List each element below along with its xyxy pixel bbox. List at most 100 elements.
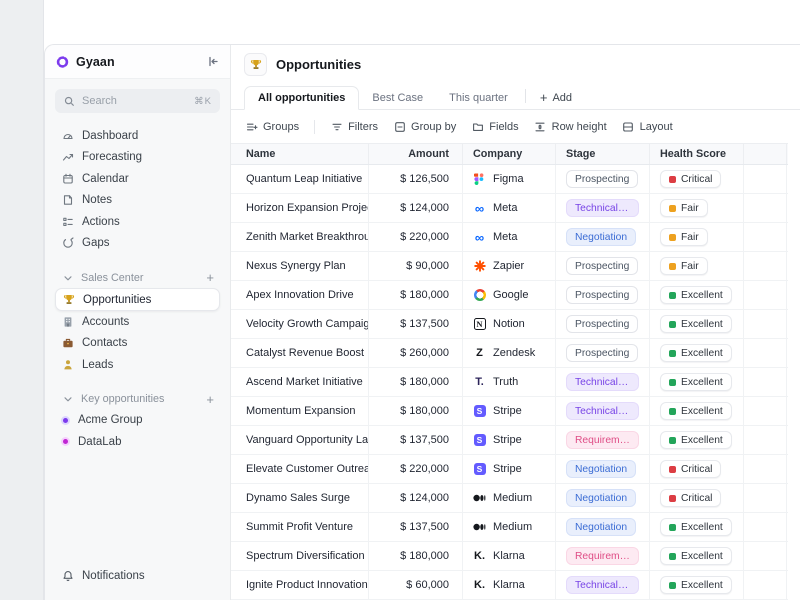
cell-name: Elevate Customer Outreach (231, 455, 369, 483)
section-header[interactable]: Sales Center + (55, 267, 220, 288)
sidebar-item-acme-group[interactable]: Acme Group (55, 410, 220, 432)
calendar-icon (61, 173, 74, 185)
cell-health-score: Excellent (650, 571, 744, 599)
table-row[interactable]: Dynamo Sales Surge $ 124,000 Medium Negotia… (231, 484, 788, 513)
search-icon (63, 96, 76, 107)
table-row[interactable]: Zenith Market Breakthrough $ 220,000 ∞ Meta… (231, 223, 788, 252)
add-view-button[interactable]: + Add (530, 87, 582, 109)
tab-all-opportunities[interactable]: All opportunities (244, 86, 360, 111)
layout-button[interactable]: Layout (622, 121, 673, 133)
chevron-down-icon (61, 393, 74, 405)
company-name: Stripe (493, 463, 522, 475)
health-score-badge: Fair (660, 257, 708, 275)
sidebar-item-dashboard[interactable]: Dashboard (55, 125, 220, 147)
cell-stage: Technical win (556, 368, 650, 396)
table-row[interactable]: Summit Profit Venture $ 137,500 Medium Nego… (231, 513, 788, 542)
cell-stage: Negotiation (556, 484, 650, 512)
health-score-badge: Excellent (660, 373, 732, 391)
groups-button[interactable]: Groups (245, 121, 299, 133)
medium-logo (473, 521, 486, 534)
table-row[interactable]: Vanguard Opportunity Launch$ 137,500 S Str… (231, 426, 788, 455)
filters-button[interactable]: Filters (330, 121, 378, 133)
sidebar-item-accounts[interactable]: Accounts (55, 311, 220, 333)
cell-stage: Prospecting (556, 339, 650, 367)
sidebar-item-leads[interactable]: Leads (55, 354, 220, 376)
cell-health-score: Fair (650, 194, 744, 222)
table-row[interactable]: Catalyst Revenue Boost $ 260,000 Z Zendesk P… (231, 339, 788, 368)
search-input[interactable]: Search ⌘K (55, 89, 220, 113)
health-label: Fair (681, 260, 699, 272)
health-dot (669, 378, 676, 386)
sidebar-item-notes[interactable]: Notes (55, 190, 220, 212)
cell-company: Google (463, 281, 556, 309)
company-name: Truth (493, 376, 519, 388)
sidebar-item-label: Calendar (82, 172, 129, 185)
company-name: Stripe (493, 434, 522, 446)
plus-icon: + (539, 90, 548, 106)
table-row[interactable]: Ignite Product Innovation $ 60,000 K. Klarn… (231, 571, 788, 600)
table-row[interactable]: Ascend Market Initiative $ 180,000 T. Truth… (231, 368, 788, 397)
sidebar-collapse-button[interactable] (206, 55, 219, 68)
cell-stub (744, 339, 787, 367)
cell-health-score: Fair (650, 223, 744, 251)
cell-stub (744, 252, 787, 280)
actions-icon (61, 216, 74, 228)
cell-stage: Requirement... (556, 426, 650, 454)
sidebar-item-label: Forecasting (82, 151, 143, 164)
table-row[interactable]: Apex Innovation Drive $ 180,000 Google Pros… (231, 281, 788, 310)
table-toolbar: Groups Filters Group by Fields Row height Lay… (231, 110, 800, 143)
table-row[interactable]: Velocity Growth Campaign $ 137,500 N Notion… (231, 310, 788, 339)
cell-stub (744, 223, 787, 251)
column-header-stage[interactable]: Stage (556, 144, 650, 164)
cell-stage: Technical win (556, 571, 650, 599)
trophy-icon (62, 294, 75, 306)
sidebar-item-datalab[interactable]: DataLab (55, 431, 220, 453)
tab-best-case[interactable]: Best Case (359, 87, 436, 109)
klarna-logo: K. (474, 579, 485, 591)
table-row[interactable]: Quantum Leap Initiative $ 126,500 Figma Pro… (231, 165, 788, 194)
add-section-item-button[interactable]: + (206, 270, 214, 285)
sidebar-item-opportunities[interactable]: Opportunities (55, 288, 220, 311)
sidebar-item-contacts[interactable]: Contacts (55, 333, 220, 355)
table-row[interactable]: Elevate Customer Outreach $ 220,000 S Strip… (231, 455, 788, 484)
sidebar-item-actions[interactable]: Actions (55, 211, 220, 233)
cell-amount: $ 60,000 (369, 571, 463, 599)
cell-company: ∞ Meta (463, 223, 556, 251)
table-row[interactable]: Nexus Synergy Plan $ 90,000 Zapier Prospect… (231, 252, 788, 281)
column-header-health-score[interactable]: Health Score (650, 144, 744, 164)
toolbar-button-label: Group by (411, 120, 457, 133)
sidebar-item-forecasting[interactable]: Forecasting (55, 147, 220, 169)
column-header-amount[interactable]: Amount (369, 144, 463, 164)
health-label: Fair (681, 231, 699, 243)
window-margin (0, 0, 44, 600)
sidebar-item-calendar[interactable]: Calendar (55, 168, 220, 190)
stage-badge: Negotiation (566, 460, 637, 478)
sidebar-item-label: DataLab (78, 435, 122, 448)
cell-name: Vanguard Opportunity Launch (231, 426, 369, 454)
fields-icon (471, 121, 484, 133)
table-row[interactable]: Horizon Expansion Project $ 124,000 ∞ Meta T… (231, 194, 788, 223)
stage-badge: Prospecting (566, 286, 639, 304)
sidebar-item-label: Leads (82, 358, 114, 371)
health-label: Excellent (681, 318, 723, 330)
notes-icon (61, 194, 74, 206)
row-height-button[interactable]: Row height (534, 121, 607, 133)
fields-button[interactable]: Fields (471, 121, 519, 133)
section-header[interactable]: Key opportunities + (55, 389, 220, 410)
notifications-button[interactable]: Notifications (61, 566, 214, 588)
cell-name: Velocity Growth Campaign (231, 310, 369, 338)
cell-amount: $ 126,500 (369, 165, 463, 193)
sidebar-item-label: Actions (82, 215, 120, 228)
sidebar-item-gaps[interactable]: Gaps (55, 233, 220, 255)
tab-this-quarter[interactable]: This quarter (436, 87, 521, 109)
cell-name: Catalyst Revenue Boost (231, 339, 369, 367)
table-row[interactable]: Momentum Expansion $ 180,000 S Stripe Techni… (231, 397, 788, 426)
add-section-item-button[interactable]: + (206, 392, 214, 407)
cell-company: T. Truth (463, 368, 556, 396)
column-header-company[interactable]: Company (463, 144, 556, 164)
column-header-name[interactable]: Name (231, 144, 369, 164)
group-by-button[interactable]: Group by (393, 121, 456, 133)
table-row[interactable]: Spectrum Diversification Plan$ 180,000K.… (231, 542, 788, 571)
cell-health-score: Excellent (650, 368, 744, 396)
notion-logo: N (473, 318, 486, 331)
